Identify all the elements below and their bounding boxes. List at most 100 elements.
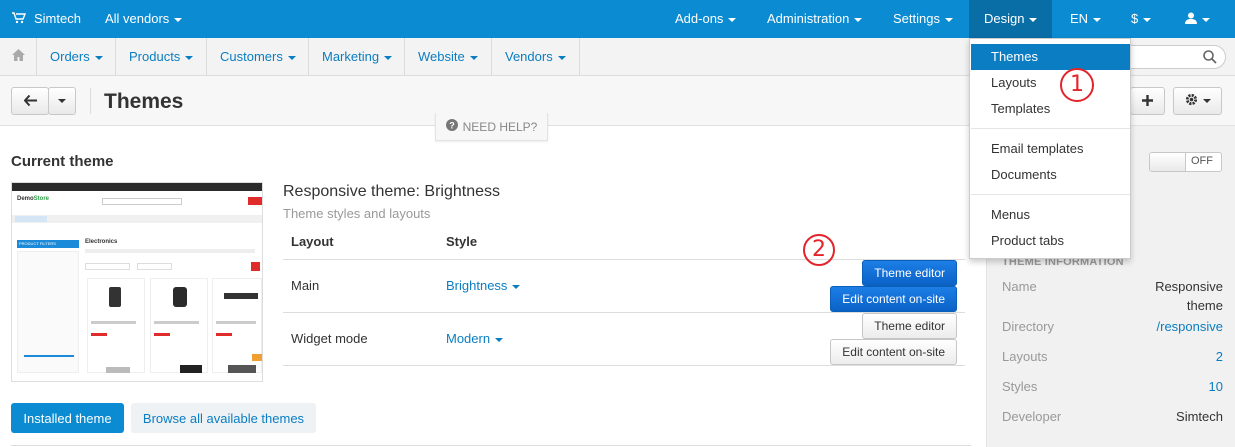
theme-subtitle: Theme styles and layouts — [283, 206, 431, 221]
layouts-table: Layout Style Main Brightness Theme edito… — [283, 225, 965, 366]
chevron-down-icon — [512, 284, 521, 289]
info-label-directory: Directory — [1002, 319, 1055, 334]
menu-language[interactable]: EN — [1070, 0, 1102, 38]
menu-currency[interactable]: $ — [1131, 0, 1152, 38]
menu-addons[interactable]: Add-ons — [675, 0, 737, 38]
column-header-style: Style — [438, 225, 745, 260]
table-row: Widget mode Modern Theme editor Edit con… — [283, 312, 965, 366]
theme-editor-button[interactable]: Theme editor — [862, 259, 957, 286]
menu-addons-label: Add-ons — [675, 11, 724, 26]
store-link[interactable]: Simtech — [12, 0, 81, 38]
chevron-down-icon — [1202, 99, 1211, 103]
menu-settings[interactable]: Settings — [893, 0, 953, 38]
chevron-down-icon — [854, 17, 863, 22]
home-icon — [11, 49, 25, 64]
annotation-marker-1: 1 — [1060, 68, 1094, 102]
chevron-down-icon — [58, 99, 66, 103]
installed-theme-tab[interactable]: Installed theme — [11, 403, 124, 433]
add-theme-button[interactable] — [1130, 87, 1165, 115]
thumb-logo: DemoStore — [17, 196, 49, 202]
layout-name: Main — [283, 259, 438, 313]
user-icon — [1185, 1, 1197, 39]
gear-icon — [1185, 93, 1198, 109]
chevron-down-icon — [495, 337, 504, 342]
browse-all-themes-tab[interactable]: Browse all available themes — [131, 403, 316, 433]
page-title: Themes — [104, 90, 184, 113]
info-label-layouts: Layouts — [1002, 349, 1048, 364]
design-dropdown-menu: Themes Layouts Templates Email templates… — [969, 38, 1131, 259]
chevron-down-icon — [287, 55, 296, 60]
menu-item-templates[interactable]: Templates — [971, 96, 1130, 122]
row-actions: Theme editor Edit content on-site — [745, 259, 965, 313]
need-help-button[interactable]: ? NEED HELP? — [435, 113, 548, 141]
chevron-down-icon — [185, 55, 194, 60]
menu-item-email-templates[interactable]: Email templates — [971, 136, 1130, 162]
toggle-knob — [1150, 153, 1186, 171]
nav-products-label: Products — [129, 49, 181, 64]
menu-item-menus[interactable]: Menus — [971, 202, 1130, 228]
chevron-down-icon — [174, 17, 183, 22]
menu-item-product-tabs[interactable]: Product tabs — [971, 228, 1130, 254]
menu-currency-label: $ — [1131, 11, 1139, 26]
info-value-styles[interactable]: 10 — [1209, 377, 1223, 396]
thumb-filters-title: PRODUCT FILTERS — [19, 241, 56, 246]
home-link[interactable] — [0, 38, 36, 75]
menu-item-themes[interactable]: Themes — [971, 44, 1130, 70]
nav-website[interactable]: Website — [404, 38, 491, 75]
menu-item-layouts[interactable]: Layouts — [971, 70, 1130, 96]
annotation-marker-2: 2 — [803, 234, 835, 266]
chevron-down-icon — [1093, 17, 1102, 22]
theme-preview-thumbnail: DemoStore PRODUCT FILTERS Electronics — [11, 182, 263, 382]
layout-name: Widget mode — [283, 312, 438, 366]
info-label-styles: Styles — [1002, 379, 1038, 394]
nav-products[interactable]: Products — [115, 38, 206, 75]
arrow-left-icon — [23, 94, 37, 109]
vendor-selector[interactable]: All vendors — [105, 0, 183, 38]
menu-settings-label: Settings — [893, 11, 940, 26]
info-value-directory[interactable]: /responsive — [1157, 317, 1223, 336]
back-button[interactable] — [11, 87, 49, 115]
menu-design[interactable]: Design — [969, 0, 1052, 38]
svg-text:?: ? — [449, 121, 455, 131]
info-value-layouts[interactable]: 2 — [1216, 347, 1223, 366]
menu-divider — [971, 194, 1130, 195]
user-menu[interactable] — [1185, 0, 1210, 38]
chevron-down-icon — [1029, 17, 1038, 22]
info-label-developer: Developer — [1002, 409, 1062, 424]
brand-name: Simtech — [34, 11, 81, 26]
thumb-logo-part-b: Store — [33, 196, 50, 202]
nav-customers[interactable]: Customers — [206, 38, 309, 75]
nav-orders[interactable]: Orders — [36, 38, 116, 75]
nav-marketing[interactable]: Marketing — [308, 38, 405, 75]
content-divider — [11, 445, 971, 446]
vendor-selector-label: All vendors — [105, 11, 170, 26]
theme-editor-button[interactable]: Theme editor — [862, 312, 957, 339]
menu-administration-label: Administration — [767, 11, 850, 26]
nav-orders-label: Orders — [50, 49, 90, 64]
plus-icon — [1142, 94, 1153, 109]
chevron-down-icon — [944, 17, 953, 22]
nav-marketing-label: Marketing — [322, 49, 380, 64]
edit-content-on-site-button[interactable]: Edit content on-site — [830, 285, 957, 312]
settings-dropdown-button[interactable] — [1173, 87, 1222, 115]
table-row: Main Brightness Theme editor Edit conten… — [283, 259, 965, 313]
info-value-name: Responsive theme — [1155, 279, 1223, 313]
theme-toggle-switch[interactable]: OFF — [1149, 152, 1222, 172]
chevron-down-icon — [469, 55, 478, 60]
style-selector[interactable]: Brightness — [438, 259, 745, 313]
theme-name: Responsive theme: Brightness — [283, 183, 500, 200]
cart-icon — [12, 1, 27, 39]
style-selector-label: Brightness — [446, 278, 508, 293]
search-icon[interactable] — [1203, 50, 1217, 67]
menu-item-documents[interactable]: Documents — [971, 162, 1130, 188]
menu-administration[interactable]: Administration — [767, 0, 863, 38]
nav-vendors[interactable]: Vendors — [491, 38, 580, 75]
chevron-down-icon — [94, 55, 103, 60]
menu-design-label: Design — [984, 11, 1025, 26]
history-dropdown-button[interactable] — [48, 87, 76, 115]
current-theme-heading: Current theme — [11, 153, 114, 170]
thumb-heading: Electronics — [85, 239, 118, 245]
style-selector[interactable]: Modern — [438, 312, 745, 366]
edit-content-on-site-button[interactable]: Edit content on-site — [830, 338, 957, 365]
chevron-down-icon — [384, 55, 393, 60]
